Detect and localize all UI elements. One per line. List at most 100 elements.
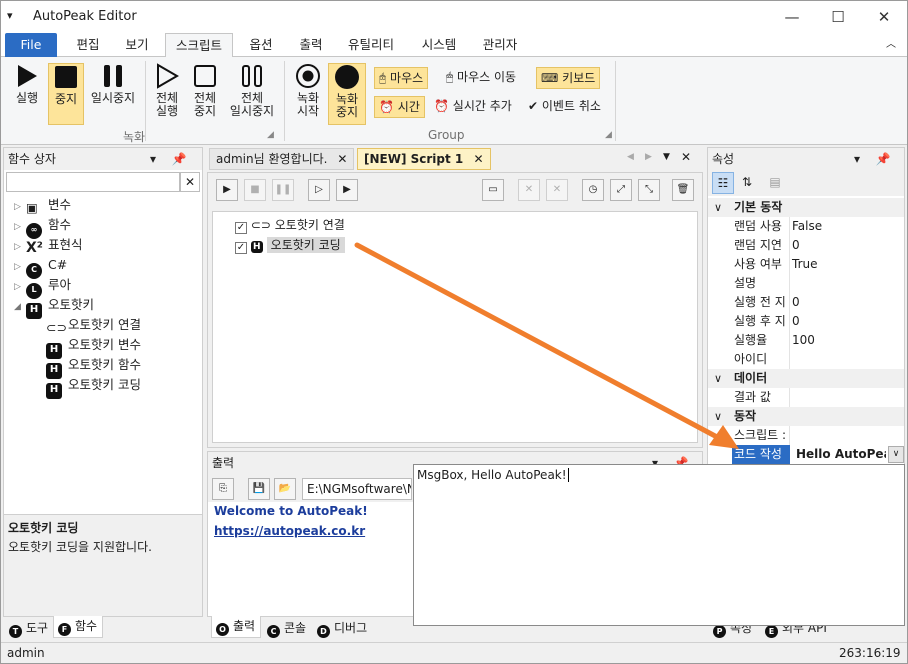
tab-system[interactable]: 시스템 (411, 33, 467, 57)
clear-search-button[interactable]: ✕ (180, 172, 200, 192)
tab-script-1[interactable]: [NEW] Script 1 ✕ (357, 148, 491, 170)
function-search-input[interactable] (6, 172, 180, 192)
realtime-add-toggle[interactable]: ⏰ 실시간 추가 (430, 96, 516, 118)
dialog-launcher-icon[interactable]: ◢ (605, 130, 612, 140)
event-cancel-toggle[interactable]: ✔ 이벤트 취소 (524, 96, 605, 118)
categorized-icon[interactable]: ☷ (712, 172, 734, 194)
tab-debug[interactable]: D 디버그 (313, 618, 367, 640)
collapse-icon[interactable]: ⤡ (638, 179, 660, 201)
tree-item-ahk-connect[interactable]: ⊂⊃오토핫키 연결 (46, 315, 141, 335)
tree-item-expression[interactable]: ▷ X² 표현식 (14, 235, 83, 256)
time-toggle[interactable]: ⏰ 시간 (374, 96, 425, 118)
stop-icon[interactable]: ■ (244, 179, 266, 201)
close-tab-icon[interactable]: ✕ (337, 152, 347, 166)
checkbox[interactable]: ✓ (235, 222, 247, 234)
folder-icon[interactable]: 📂 (274, 478, 296, 500)
tab-welcome[interactable]: admin님 환영합니다. ✕ (209, 148, 355, 170)
export-icon[interactable]: ⎘ (212, 478, 234, 500)
prop-script[interactable]: 스크립트 : (708, 426, 904, 445)
menu-icon[interactable]: ▾ (7, 9, 13, 22)
tree-item-function[interactable]: ▷ ∞ 함수 (14, 215, 71, 239)
category-action[interactable]: ∨ 동작 (708, 407, 904, 426)
prev-tab-icon[interactable]: ◀ (627, 152, 634, 162)
tree-item-csharp[interactable]: ▷ C C# (14, 255, 67, 279)
prop-random-use[interactable]: 랜덤 사용 False (708, 217, 904, 236)
tree-item-ahk-variable[interactable]: H 오토핫키 변수 (46, 335, 141, 359)
tab-file[interactable]: File (5, 33, 57, 57)
tree-item-lua[interactable]: ▷ L 루아 (14, 275, 71, 299)
close-button[interactable]: ✕ (861, 1, 907, 33)
disable-icon[interactable]: ✕ (518, 179, 540, 201)
run-all-button[interactable]: 전체 실행 (149, 63, 185, 125)
dialog-launcher-icon[interactable]: ◢ (267, 130, 274, 140)
tab-options[interactable]: 옵션 (239, 33, 283, 57)
tab-output[interactable]: 출력 (289, 33, 333, 57)
dropdown-icon[interactable]: ∨ (888, 446, 904, 463)
maximize-button[interactable]: ☐ (815, 1, 861, 33)
run-button[interactable]: 실행 (7, 63, 47, 123)
tree-item-variable[interactable]: ▷ ▣ 변수 (14, 195, 71, 215)
step-icon[interactable]: ▷ (308, 179, 330, 201)
prop-post-delay[interactable]: 실행 후 지0 (708, 312, 904, 331)
keyboard-toggle[interactable]: ⌨ 키보드 (536, 67, 601, 89)
prop-enabled[interactable]: 사용 여부 True (708, 255, 904, 274)
stop-button[interactable]: 중지 (48, 63, 84, 125)
tree-item-ahk-coding[interactable]: H 오토핫키 코딩 (46, 375, 141, 399)
mouse-toggle[interactable]: 🖰 마우스 (374, 67, 429, 89)
autohotkey-icon: H (46, 383, 62, 399)
tree-item-ahk-function[interactable]: H 오토핫키 함수 (46, 355, 141, 379)
tab-console[interactable]: C 콘솔 (263, 618, 306, 640)
record-stop-button[interactable]: 녹화 중지 (328, 63, 366, 125)
tab-output-panel[interactable]: O 출력 (211, 616, 261, 638)
code-editor-popup[interactable]: MsgBox, Hello AutoPeak! (413, 464, 905, 626)
output-path-field[interactable]: E:\NGMsoftware\NG (302, 478, 412, 500)
ribbon-tab-bar: File 편집 보기 스크립트 옵션 출력 유틸리티 시스템 관리자 ︿ (1, 33, 907, 58)
mouse-move-toggle[interactable]: 🖱 마우스 이동 (442, 67, 520, 89)
trash-icon[interactable]: 🗑 (672, 179, 694, 201)
tab-list-icon[interactable]: ▼ (663, 152, 670, 162)
category-data[interactable]: ∨ 데이터 (708, 369, 904, 388)
code-text[interactable]: MsgBox, Hello AutoPeak! (417, 468, 567, 482)
script-node-ahk-connect[interactable]: ✓ ⊂⊃ 오토핫키 연결 (235, 216, 345, 234)
script-node-ahk-coding[interactable]: ✓ H 오토핫키 코딩 (235, 236, 345, 254)
sort-alpha-icon[interactable]: ⇅ (736, 172, 758, 194)
checkbox[interactable]: ✓ (235, 242, 247, 254)
play-icon[interactable]: ▶ (216, 179, 238, 201)
timer-icon[interactable]: ◷ (582, 179, 604, 201)
prop-result-value[interactable]: 결과 값 (708, 388, 904, 407)
prop-id[interactable]: 아이디 (708, 350, 904, 369)
save-icon[interactable]: 💾 (248, 478, 270, 500)
ribbon-collapse-icon[interactable]: ︿ (879, 33, 903, 57)
expand-icon[interactable]: ⤢ (610, 179, 632, 201)
pause-icon[interactable]: ❚❚ (272, 179, 294, 201)
tab-script[interactable]: 스크립트 (165, 33, 233, 58)
delete-icon[interactable]: ✕ (546, 179, 568, 201)
tab-admin[interactable]: 관리자 (475, 33, 525, 57)
category-basic[interactable]: ∨ 기본 동작 (708, 198, 904, 217)
tree-item-autohotkey[interactable]: ◢ H 오토핫키 (14, 295, 94, 319)
next-tab-icon[interactable]: ▶ (645, 152, 652, 162)
tab-edit[interactable]: 편집 (65, 33, 111, 57)
minimize-button[interactable]: — (769, 1, 815, 33)
tab-view[interactable]: 보기 (115, 33, 159, 57)
run-selection-icon[interactable]: ▶ (336, 179, 358, 201)
close-document-icon[interactable]: ✕ (681, 150, 691, 164)
prop-pre-delay[interactable]: 실행 전 지0 (708, 293, 904, 312)
pause-outline-icon (242, 65, 262, 87)
pause-all-button[interactable]: 전체 일시중지 (227, 63, 277, 125)
prop-random-delay[interactable]: 랜덤 지연 0 (708, 236, 904, 255)
property-pages-icon[interactable]: ▤ (764, 172, 786, 194)
script-tree: ✓ ⊂⊃ 오토핫키 연결 ✓ H 오토핫키 코딩 (212, 211, 698, 443)
prop-execution-rate[interactable]: 실행율 100 (708, 331, 904, 350)
stop-all-button[interactable]: 전체 중지 (187, 63, 223, 125)
tab-functions[interactable]: F 함수 (53, 616, 103, 638)
image-icon[interactable]: ▭ (482, 179, 504, 201)
close-tab-icon[interactable]: ✕ (473, 152, 483, 166)
tab-tools[interactable]: T 도구 (5, 618, 48, 640)
pause-button[interactable]: 일시중지 (87, 63, 139, 123)
prop-description[interactable]: 설명 (708, 274, 904, 293)
tab-utility[interactable]: 유틸리티 (339, 33, 403, 57)
record-start-button[interactable]: 녹화 시작 (289, 63, 327, 125)
output-link[interactable]: https://autopeak.co.kr (214, 524, 365, 538)
prop-code-writing[interactable]: 코드 작성 Hello AutoPeak! ∨ (708, 445, 904, 464)
